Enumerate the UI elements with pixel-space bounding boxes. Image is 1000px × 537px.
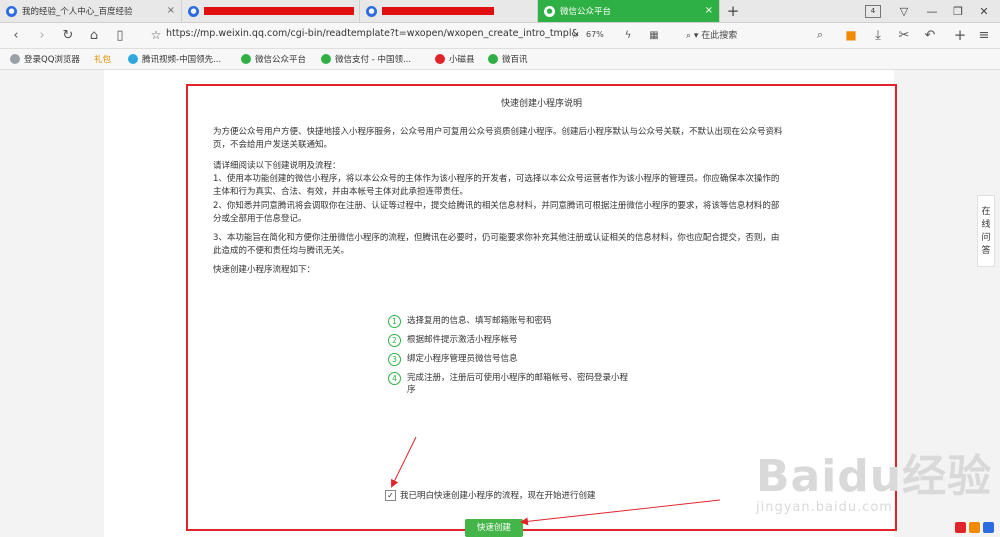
close-window-icon[interactable]: ✕: [976, 0, 992, 22]
tencent-video-icon: [128, 54, 138, 64]
tab-redacted-2[interactable]: ●: [360, 0, 538, 22]
tray-app-icon[interactable]: [955, 522, 966, 533]
step-text: 根据邮件提示激活小程序帐号: [407, 335, 518, 345]
online-qa-char: 线: [981, 220, 991, 230]
online-qa-char: 在: [981, 207, 991, 217]
wechat-icon: [241, 54, 251, 64]
tray-app-icon[interactable]: [983, 522, 994, 533]
step-item: 3 绑定小程序管理员微信号信息: [388, 353, 628, 366]
step-item: 4 完成注册，注册后可使用小程序的邮箱帐号、密码登录小程序: [388, 372, 628, 396]
close-icon[interactable]: ×: [167, 5, 175, 16]
bookmark-qq-login[interactable]: 登录QQ浏览器: [10, 53, 80, 65]
agree-checkbox[interactable]: ✓: [385, 489, 396, 501]
search-icon: ⌕ ▾: [686, 31, 702, 41]
step-item: 2 根据邮件提示激活小程序帐号: [388, 334, 628, 347]
redacted-title: [382, 7, 494, 15]
page-title: 快速创建小程序说明: [500, 99, 582, 109]
watermark-logo-text: Baidu经验: [756, 451, 993, 502]
site-icon: [435, 54, 445, 64]
tab-bar: ● 我的经验_个人中心_百度经验 × ● ● ● 微信公众平台 × + 4 ▽ …: [0, 0, 1000, 23]
baidu-watermark: Baidu经验 jingyan.baidu.com: [756, 440, 992, 515]
restore-icon[interactable]: ❐: [950, 0, 966, 22]
baidu-paw-icon: ●: [366, 5, 377, 17]
reader-icon[interactable]: ▯: [112, 27, 128, 43]
search-go-icon[interactable]: ⌕: [812, 27, 828, 43]
bookmark-wechat-mp[interactable]: 微信公众平台: [241, 53, 306, 65]
search-placeholder: 在此搜索: [701, 31, 738, 41]
tab-label: 我的经验_个人中心_百度经验: [22, 7, 133, 17]
tab-wechat-mp[interactable]: ● 微信公众平台 ×: [538, 0, 720, 22]
step-item: 1 选择复用的信息、填写邮箱账号和密码: [388, 315, 628, 328]
close-icon[interactable]: ×: [705, 5, 713, 16]
redacted-title: [204, 7, 354, 15]
zoom-icon[interactable]: ⌕: [568, 27, 584, 43]
download-icon[interactable]: ⤓: [870, 27, 886, 43]
bookmark-gift[interactable]: 礼包: [94, 53, 111, 65]
undo-icon[interactable]: ↶: [922, 27, 938, 43]
rule-2: 2、你知悉并同意腾讯将会调取你在注册、认证等过程中，提交给腾讯的相关信息材料，并…: [213, 201, 780, 224]
star-icon[interactable]: ☆: [148, 27, 164, 43]
quick-create-button[interactable]: 快速创建: [465, 519, 523, 537]
scissors-icon[interactable]: ✂: [896, 27, 912, 43]
home-icon[interactable]: ⌂: [86, 27, 102, 43]
grid-icon[interactable]: ▦: [646, 27, 662, 43]
rule-1: 1、使用本功能创建的微信小程序，将以本公众号的主体作为该小程序的开发者，可选择以…: [213, 174, 780, 197]
agree-label: 我已明白快速创建小程序的流程，现在开始进行创建: [400, 491, 596, 501]
step-list: 1 选择复用的信息、填写邮箱账号和密码 2 根据邮件提示激活小程序帐号 3 绑定小程序…: [388, 315, 628, 402]
address-bar[interactable]: https://mp.weixin.qq.com/cgi-bin/readtem…: [166, 28, 579, 39]
new-tab-button[interactable]: +: [724, 0, 742, 22]
online-qa-char: 问: [981, 233, 991, 243]
baidu-paw-icon: ●: [188, 5, 199, 17]
lightning-icon[interactable]: ϟ: [620, 27, 636, 43]
minimize-icon[interactable]: —: [924, 0, 940, 22]
step-text: 选择复用的信息、填写邮箱账号和密码: [407, 316, 552, 326]
bookmark-weibaixun[interactable]: 微百讯: [488, 53, 528, 65]
wechat-icon: ●: [544, 5, 555, 17]
forward-icon[interactable]: ›: [34, 27, 50, 43]
step-text: 绑定小程序管理员微信号信息: [407, 354, 518, 364]
read-heading: 请详细阅读以下创建说明及流程：: [213, 161, 341, 171]
online-qa-char: 答: [981, 246, 991, 256]
tab-redacted-1[interactable]: ●: [182, 0, 360, 22]
tab-baidu-experience[interactable]: ● 我的经验_个人中心_百度经验 ×: [0, 0, 182, 22]
add-icon[interactable]: +: [952, 26, 968, 44]
back-icon[interactable]: ‹: [8, 27, 24, 43]
step-number: 1: [388, 315, 401, 328]
bookmark-xiaoci[interactable]: 小磁县: [435, 53, 475, 65]
wechat-icon: [321, 54, 331, 64]
video-camera-icon[interactable]: ■: [843, 27, 859, 43]
user-icon: [10, 54, 20, 64]
wechat-icon: [488, 54, 498, 64]
system-tray: [955, 522, 997, 533]
online-qa-widget[interactable]: 在 线 问 答: [977, 195, 995, 267]
step-number: 2: [388, 334, 401, 347]
step-text: 完成注册，注册后可使用小程序的邮箱帐号、密码登录小程序: [407, 373, 629, 395]
zoom-level[interactable]: 67%: [586, 30, 604, 39]
tab-label: 微信公众平台: [560, 7, 612, 17]
tab-count-badge[interactable]: 4: [865, 5, 881, 18]
bookmarks-bar: 登录QQ浏览器 礼包 腾讯视频-中国领先... 微信公众平台 微信支付 - 中国…: [0, 49, 1000, 70]
bookmark-wechat-pay[interactable]: 微信支付 - 中国领...: [321, 53, 411, 65]
rule-3: 3、本功能旨在简化和方便你注册微信小程序的流程，但腾讯在必要时，仍可能要求你补充…: [213, 233, 780, 256]
address-toolbar: ‹ › ↻ ⌂ ▯ ☆ https://mp.weixin.qq.com/cgi…: [0, 23, 1000, 49]
step-number: 4: [388, 372, 401, 385]
intro-paragraph: 为方便公众号用户方便、快捷地接入小程序服务，公众号用户可复用公众号资质创建小程序…: [213, 127, 783, 150]
step-number: 3: [388, 353, 401, 366]
search-box[interactable]: ⌕ ▾ 在此搜索: [686, 28, 737, 41]
baidu-paw-icon: ●: [6, 5, 17, 17]
agree-row[interactable]: ✓ 我已明白快速创建小程序的流程，现在开始进行创建: [385, 489, 596, 501]
menu-icon[interactable]: ≡: [976, 27, 992, 43]
flow-heading: 快速创建小程序流程如下：: [213, 265, 316, 275]
bookmark-tencent-video[interactable]: 腾讯视频-中国领先...: [128, 53, 221, 65]
shirt-skin-icon[interactable]: ▽: [896, 0, 912, 22]
tray-app-icon[interactable]: [969, 522, 980, 533]
refresh-icon[interactable]: ↻: [60, 27, 76, 43]
